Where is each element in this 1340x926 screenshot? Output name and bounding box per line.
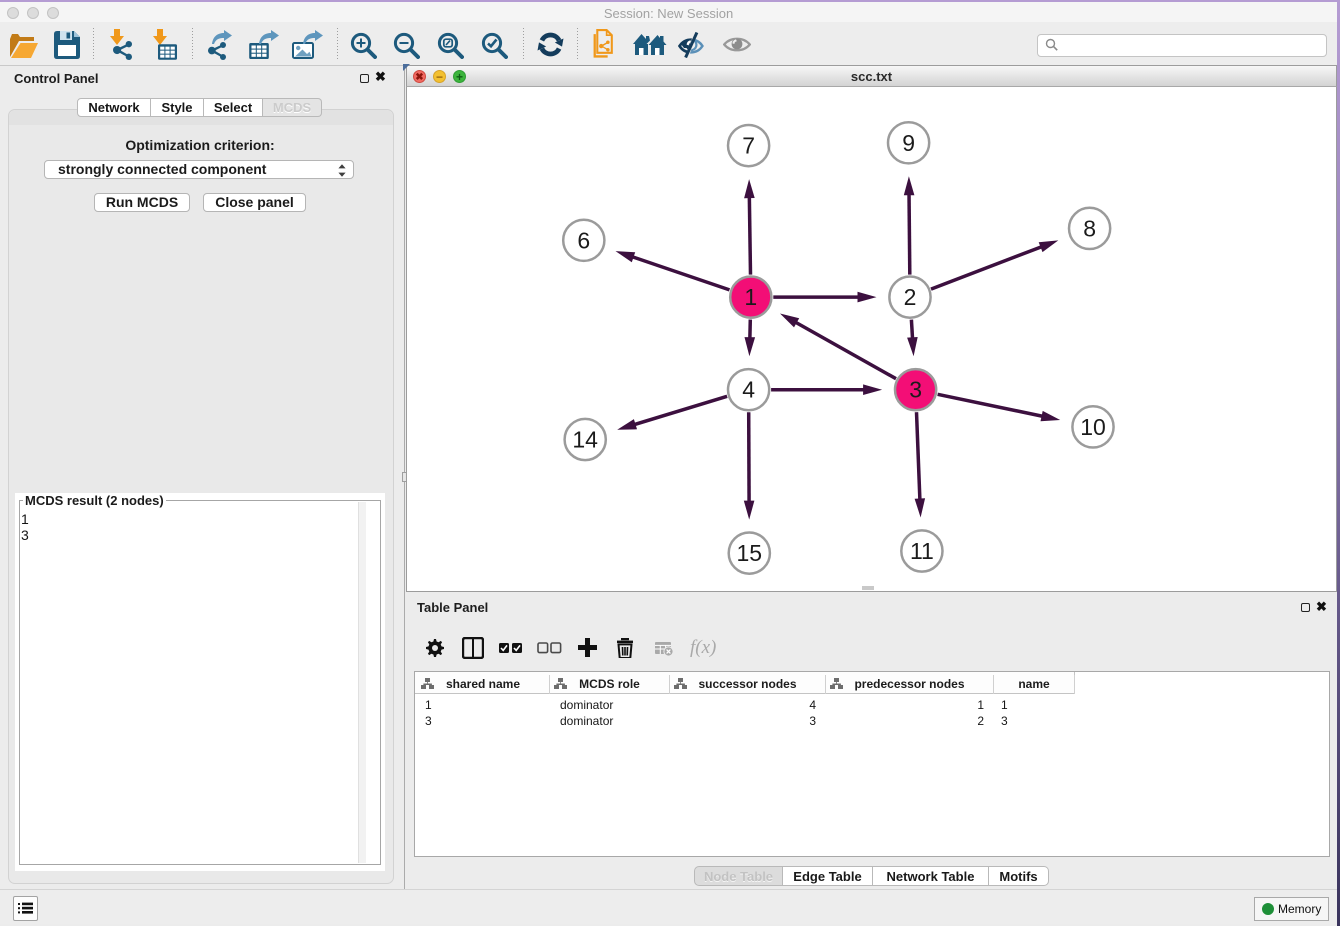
svg-text:15: 15 [737, 540, 763, 566]
svg-text:8: 8 [1083, 215, 1096, 241]
svg-text:6: 6 [577, 227, 590, 253]
svg-text:7: 7 [742, 133, 755, 159]
svg-text:11: 11 [910, 538, 934, 564]
svg-text:2: 2 [904, 284, 917, 310]
svg-text:3: 3 [909, 377, 922, 403]
svg-text:10: 10 [1080, 414, 1106, 440]
svg-text:9: 9 [902, 130, 915, 156]
svg-text:4: 4 [742, 377, 755, 403]
svg-text:1: 1 [744, 284, 757, 310]
svg-text:14: 14 [572, 427, 598, 453]
